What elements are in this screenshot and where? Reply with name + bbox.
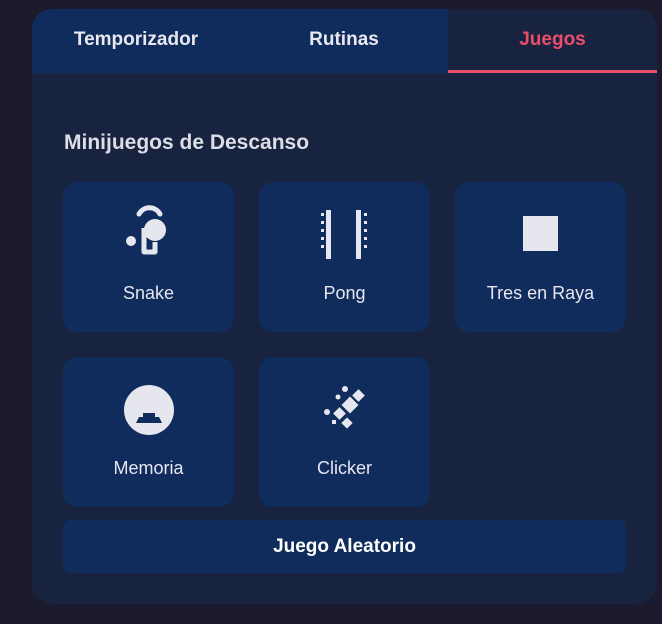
tab-juegos[interactable]: Juegos — [448, 9, 657, 73]
game-label-pong: Pong — [323, 283, 366, 303]
game-card-memoria[interactable]: Memoria — [63, 357, 234, 507]
game-card-pong[interactable]: Pong — [259, 182, 430, 332]
game-label-memoria: Memoria — [113, 458, 184, 478]
game-card-snake[interactable]: Snake — [63, 182, 234, 332]
snake-icon — [63, 204, 234, 266]
clicker-icon — [259, 379, 430, 441]
memory-icon — [63, 379, 234, 441]
tab-bar: Temporizador Rutinas Juegos — [32, 9, 657, 73]
section-title: Minijuegos de Descanso — [64, 131, 310, 154]
game-card-clicker[interactable]: Clicker — [259, 357, 430, 507]
game-label-snake: Snake — [122, 283, 175, 303]
pong-icon — [259, 204, 430, 266]
game-label-tres-en-raya: Tres en Raya — [486, 283, 595, 303]
games-panel: Temporizador Rutinas Juegos Minijuegos d… — [32, 9, 657, 604]
game-card-tres-en-raya[interactable]: Tres en Raya — [455, 182, 626, 332]
tic-tac-toe-icon — [455, 204, 626, 266]
game-label-clicker: Clicker — [316, 458, 372, 478]
tab-rutinas[interactable]: Rutinas — [240, 9, 448, 73]
random-game-button[interactable]: Juego Aleatorio — [63, 520, 626, 573]
tab-temporizador[interactable]: Temporizador — [32, 9, 240, 73]
